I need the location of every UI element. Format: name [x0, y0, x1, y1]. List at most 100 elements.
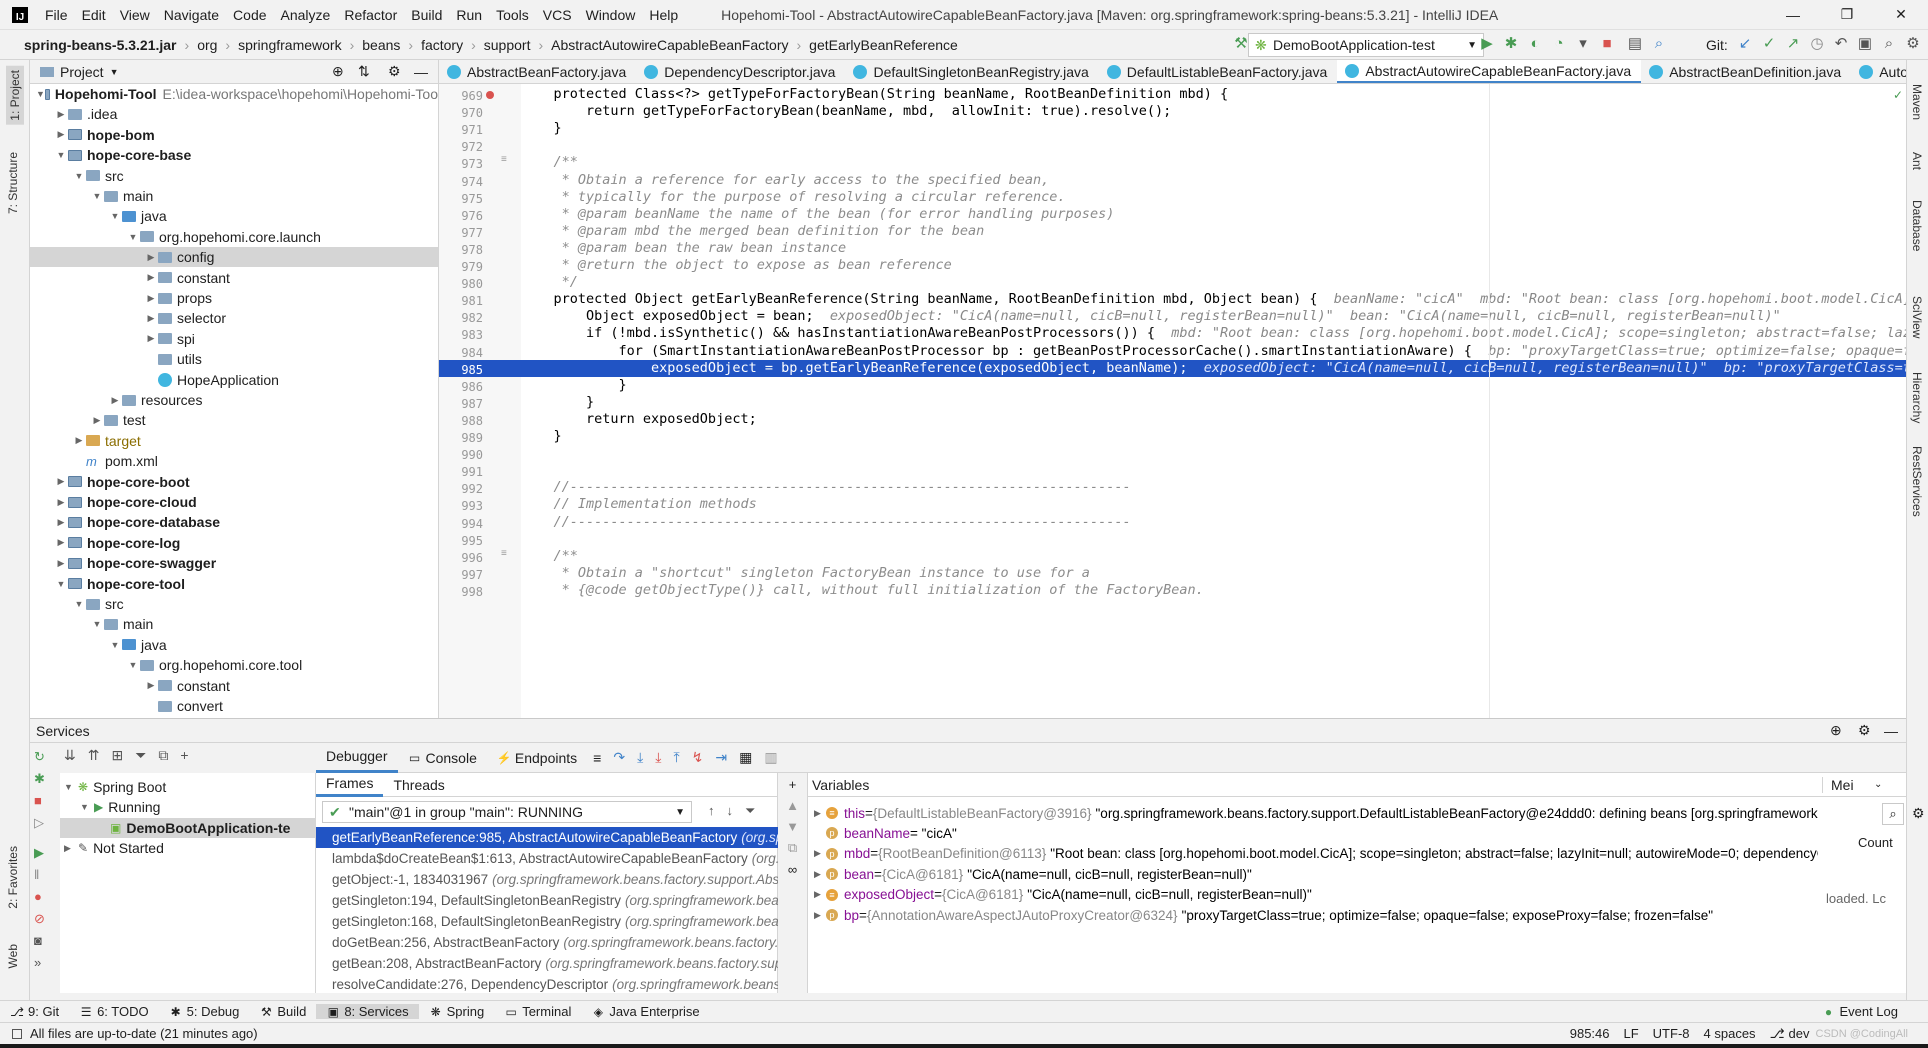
chevron-down-icon[interactable]: ▼	[72, 599, 86, 609]
project-tree-item[interactable]: ▼ org.hopehomi.core.tool	[30, 655, 438, 675]
chevron-right-icon[interactable]: ▶	[54, 129, 68, 140]
tool-window-button[interactable]: ◈ Java Enterprise	[581, 1004, 709, 1019]
service-item[interactable]: ▶ ✎ Not Started	[60, 838, 316, 858]
gear-icon[interactable]: ⚙	[1912, 805, 1925, 822]
evaluate-icon[interactable]: ▦	[733, 749, 758, 766]
code-line[interactable]: * typically for the purpose of resolving…	[521, 189, 1906, 206]
search-icon[interactable]: ⌕	[1650, 35, 1668, 53]
chevron-right-icon[interactable]: ▶	[144, 272, 158, 283]
chevron-right-icon[interactable]: ▶	[64, 843, 78, 854]
code-line[interactable]: }	[521, 377, 1906, 394]
project-tree-item[interactable]: ▼ java	[30, 206, 438, 226]
tab-maven-tool[interactable]: Maven	[1910, 84, 1924, 120]
project-tree-item[interactable]: ▶ hope-bom	[30, 125, 438, 145]
status-square-icon[interactable]	[12, 1028, 22, 1039]
add-watch-icon[interactable]: +	[778, 777, 807, 792]
chevron-right-icon[interactable]: ▶	[54, 517, 68, 528]
stop-icon[interactable]: ■	[1598, 35, 1616, 53]
menu-file[interactable]: File	[38, 7, 75, 23]
tool-window-button[interactable]: ☰ 6: TODO	[69, 1004, 159, 1019]
chevron-right-icon[interactable]: ▶	[54, 109, 68, 120]
project-tree-item[interactable]: ▼ hope-core-base	[30, 145, 438, 165]
layout-icon[interactable]: ▣	[1856, 35, 1874, 53]
tab-frames[interactable]: Frames	[316, 773, 384, 797]
breadcrumb-item[interactable]: springframework	[232, 37, 347, 53]
variable-row[interactable]: p beanName = "cicA"	[808, 823, 1818, 843]
step-into-icon[interactable]: ⤓	[649, 749, 667, 766]
stop-icon[interactable]: ■	[34, 793, 56, 815]
run-configuration-select[interactable]: ❋ DemoBootApplication-test ▼	[1248, 33, 1484, 57]
chevron-down-icon[interactable]: ▼	[54, 150, 68, 160]
locate-icon[interactable]: ⊕	[332, 63, 344, 80]
move-up-icon[interactable]: ▲	[778, 798, 807, 813]
git-push-icon[interactable]: ↗	[1784, 35, 1802, 53]
search-everywhere-icon[interactable]: ⌕	[1880, 35, 1898, 53]
tab-favorites-tool[interactable]: 2: Favorites	[6, 846, 20, 909]
stack-frame[interactable]: resolveCandidate:276, DependencyDescript…	[316, 974, 778, 993]
code-line[interactable]: * {@code getObjectType()} call, without …	[521, 582, 1906, 599]
menu-navigate[interactable]: Navigate	[157, 7, 226, 23]
collapse-all-icon[interactable]: ⇈	[88, 747, 100, 764]
debug-rerun-icon[interactable]: ✱	[34, 771, 56, 793]
settings-icon[interactable]: ⚙	[1904, 35, 1922, 53]
chevron-right-icon[interactable]: ▶	[808, 910, 822, 921]
step-over-icon[interactable]: ⤓	[631, 749, 649, 766]
tab-web-tool[interactable]: Web	[6, 944, 20, 968]
chevron-down-icon[interactable]: ⌄	[1874, 779, 1882, 790]
undo-icon[interactable]: ↶	[1832, 35, 1850, 53]
stack-frame[interactable]: getEarlyBeanReference:985, AbstractAutow…	[316, 827, 778, 848]
project-tree-item[interactable]: HopeApplication	[30, 370, 438, 390]
tool-window-button[interactable]: ▣ 8: Services	[316, 1004, 419, 1019]
chevron-right-icon[interactable]: ▶	[54, 537, 68, 548]
pause-icon[interactable]: ‖	[34, 867, 56, 889]
editor-tab[interactable]: DependencyDescriptor.java	[636, 60, 845, 83]
add-icon[interactable]: +	[180, 747, 188, 764]
chevron-down-icon[interactable]: ▼	[80, 802, 94, 812]
filter-icon[interactable]: ⏷	[135, 747, 146, 764]
chevron-right-icon[interactable]: ▶	[808, 848, 822, 859]
project-tree-item[interactable]: ▼ java	[30, 635, 438, 655]
mute-breakpoints-icon[interactable]: ⊘	[34, 911, 56, 933]
code-line[interactable]	[521, 137, 1906, 154]
chevron-right-icon[interactable]: ▶	[90, 415, 104, 426]
collapse-all-icon[interactable]: ⇅	[358, 63, 370, 80]
chevron-down-icon[interactable]: ▼	[36, 89, 45, 99]
service-item[interactable]: ▼ ❋ Spring Boot	[60, 777, 316, 797]
variable-row[interactable]: ▶ ≡ this = {DefaultListableBeanFactory@391…	[808, 803, 1818, 823]
project-tree-item[interactable]: ▶ selector	[30, 308, 438, 328]
hammer-icon[interactable]: ⚒	[1232, 35, 1250, 53]
variable-row[interactable]: ▶ p bp = {AnnotationAwareAspectJAutoProxyC…	[808, 905, 1818, 925]
code-line[interactable]: * @param bean the raw bean instance	[521, 240, 1906, 257]
code-line[interactable]: protected Class<?> getTypeForFactoryBean…	[521, 86, 1906, 103]
file-encoding[interactable]: UTF-8	[1653, 1026, 1690, 1041]
code-line[interactable]	[521, 531, 1906, 548]
service-item[interactable]: ▼ ▶ Running	[60, 797, 316, 817]
step-out-icon[interactable]: ⤒	[667, 749, 685, 766]
code-line[interactable]: }	[521, 428, 1906, 445]
chevron-right-icon[interactable]: ▶	[144, 313, 158, 324]
profile-icon[interactable]: ◔	[1550, 35, 1568, 53]
code-line[interactable]: /**	[521, 154, 1906, 171]
rerun-icon[interactable]: ↻	[34, 749, 56, 771]
editor-tab[interactable]: AbstractBeanFactory.java	[439, 60, 636, 83]
camera-icon[interactable]: ◙	[34, 933, 56, 955]
tab-debugger[interactable]: Debugger	[316, 743, 398, 773]
project-tree-item[interactable]: ▶ hope-core-database	[30, 512, 438, 532]
menu-icon[interactable]: ≡	[587, 750, 607, 766]
breadcrumb-item[interactable]: beans	[356, 37, 406, 53]
menu-edit[interactable]: Edit	[75, 7, 113, 23]
glasses-icon[interactable]: ∞	[778, 862, 807, 877]
menu-view[interactable]: View	[113, 7, 157, 23]
code-line[interactable]: */	[521, 274, 1906, 291]
stack-frame[interactable]: getSingleton:194, DefaultSingletonBeanRe…	[316, 890, 778, 911]
menu-window[interactable]: Window	[579, 7, 643, 23]
menu-code[interactable]: Code	[226, 7, 273, 23]
memory-search-icon[interactable]: ⌕	[1882, 803, 1904, 825]
project-tree-item[interactable]: utils	[30, 349, 438, 369]
code-view[interactable]: protected Class<?> getTypeForFactoryBean…	[521, 84, 1906, 718]
run-icon[interactable]: ▶	[1478, 35, 1496, 53]
close-icon[interactable]: ✕	[1874, 6, 1928, 23]
git-history-icon[interactable]: ◷	[1808, 35, 1826, 53]
tab-endpoints[interactable]: ⚡ Endpoints	[487, 750, 587, 766]
project-tree-item[interactable]: ▶ hope-core-swagger	[30, 553, 438, 573]
